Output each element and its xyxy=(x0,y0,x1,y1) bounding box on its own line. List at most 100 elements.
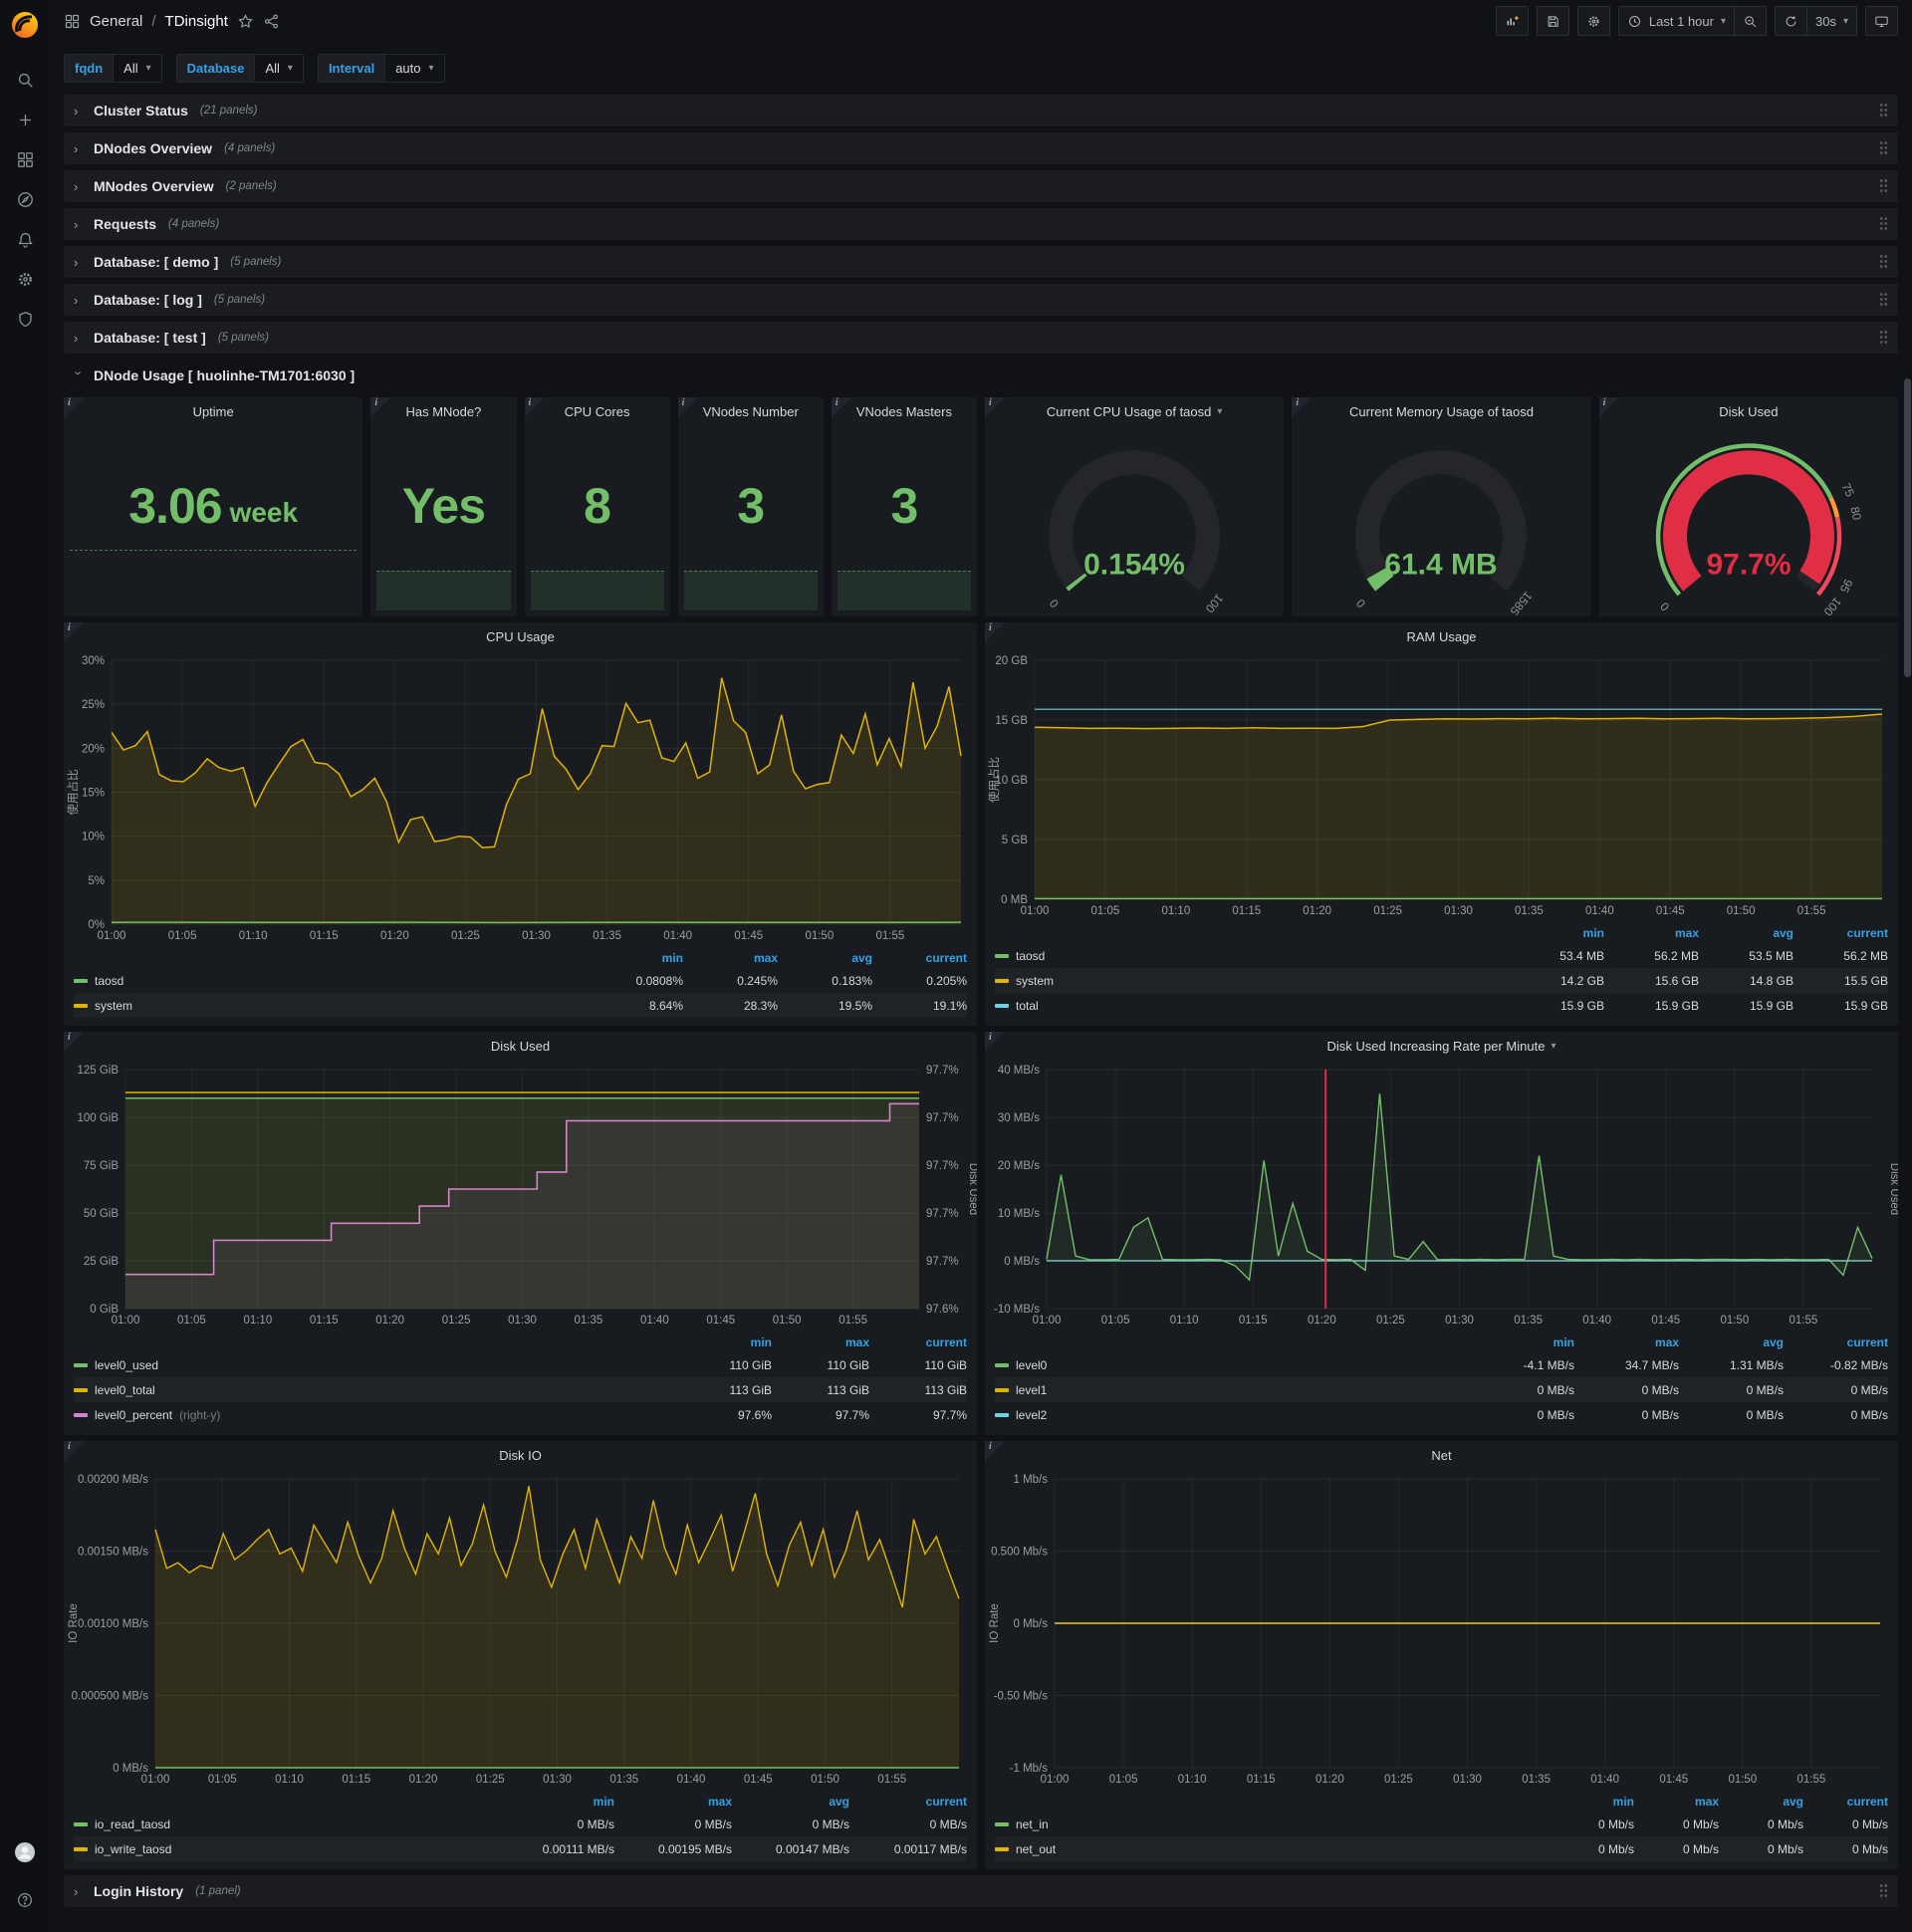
row-drag-handle[interactable] xyxy=(1879,178,1888,194)
panel-title[interactable]: CPU Usage xyxy=(64,622,977,650)
legend-row-level0_percent[interactable]: level0_percent (right-y) 97.6% 97.7% 97.7% xyxy=(74,1402,967,1427)
legend-col-header[interactable]: max xyxy=(772,1335,869,1349)
row-drag-handle[interactable] xyxy=(1879,292,1888,308)
legend-col-header[interactable]: max xyxy=(1574,1335,1679,1349)
legend-row-io_write_taosd[interactable]: io_write_taosd 0.00111 MB/s 0.00195 MB/s 0.… xyxy=(74,1836,967,1861)
legend-row-system[interactable]: system 14.2 GB 15.6 GB 14.8 GB 15.5 GB xyxy=(995,968,1888,993)
legend-col-header[interactable]: current xyxy=(1803,1795,1888,1809)
share-icon[interactable] xyxy=(263,13,280,30)
zoom-out-button[interactable] xyxy=(1734,6,1767,36)
row-drag-handle[interactable] xyxy=(1879,216,1888,232)
sidebar-item-dashboards[interactable] xyxy=(0,139,50,179)
legend-row-total[interactable]: total 15.9 GB 15.9 GB 15.9 GB 15.9 GB xyxy=(995,993,1888,1018)
refresh-button[interactable] xyxy=(1775,6,1806,36)
legend-col-header[interactable]: max xyxy=(1604,926,1699,940)
panel-info-corner[interactable] xyxy=(524,397,545,417)
panel-title[interactable]: Uptime xyxy=(64,397,362,425)
legend-col-header[interactable]: avg xyxy=(1679,1335,1784,1349)
chart-plot-area[interactable]: 01:00 01:05 01:10 01:15 01:20 01:25 01:30 01:35… xyxy=(64,650,977,946)
grafana-logo-icon[interactable] xyxy=(8,8,42,42)
panel-menu-icon[interactable]: ▾ xyxy=(1217,406,1222,417)
panel-info-corner[interactable] xyxy=(1292,397,1313,417)
panel-title[interactable]: RAM Usage xyxy=(985,622,1898,650)
legend-col-header[interactable]: current xyxy=(849,1795,967,1809)
row-drag-handle[interactable] xyxy=(1879,1883,1888,1899)
sidebar-item-user-avatar[interactable] xyxy=(0,1832,50,1872)
row-requests[interactable]: › Requests (4 panels) xyxy=(64,208,1898,240)
legend-col-header[interactable]: min xyxy=(1510,926,1604,940)
dashboard-title[interactable]: TDinsight xyxy=(165,13,228,30)
legend-col-header[interactable]: min xyxy=(497,1795,614,1809)
legend-col-header[interactable]: avg xyxy=(778,951,872,965)
chart-plot-area[interactable]: 01:00 01:05 01:10 01:15 01:20 01:25 01:30 01:35… xyxy=(985,1469,1898,1790)
panel-title[interactable]: Current CPU Usage of taosd ▾ xyxy=(985,397,1284,425)
scrollbar[interactable] xyxy=(1904,378,1911,677)
legend-row-net_out[interactable]: net_out 0 Mb/s 0 Mb/s 0 Mb/s 0 Mb/s xyxy=(995,1836,1888,1861)
row-cluster-status[interactable]: › Cluster Status (21 panels) xyxy=(64,95,1898,126)
panel-title[interactable]: VNodes Masters xyxy=(832,397,977,425)
chart-plot-area[interactable]: 01:00 01:05 01:10 01:15 01:20 01:25 01:30 01:35… xyxy=(64,1060,977,1330)
sidebar-item-help[interactable] xyxy=(0,1880,50,1920)
legend-row-level0[interactable]: level0 -4.1 MB/s 34.7 MB/s 1.31 MB/s -0.82 M… xyxy=(995,1352,1888,1377)
row-drag-handle[interactable] xyxy=(1879,140,1888,156)
panel-info-corner[interactable] xyxy=(985,397,1005,417)
legend-col-header[interactable]: current xyxy=(1793,926,1888,940)
sidebar-item-alerting[interactable] xyxy=(0,219,50,259)
panel-title[interactable]: Net xyxy=(985,1441,1898,1469)
legend-col-header[interactable]: min xyxy=(1550,1795,1634,1809)
panel-title[interactable]: Disk IO xyxy=(64,1441,977,1469)
breadcrumb-section[interactable]: General xyxy=(90,13,142,30)
legend-row-taosd[interactable]: taosd 53.4 MB 56.2 MB 53.5 MB 56.2 MB xyxy=(995,943,1888,968)
sidebar-item-create[interactable] xyxy=(0,100,50,139)
legend-col-header[interactable]: max xyxy=(683,951,778,965)
legend-row-io_read_taosd[interactable]: io_read_taosd 0 MB/s 0 MB/s 0 MB/s 0 MB/s xyxy=(74,1811,967,1836)
sidebar-item-explore[interactable] xyxy=(0,179,50,219)
row-login-history[interactable]: › Login History (1 panel) xyxy=(64,1875,1898,1907)
row-drag-handle[interactable] xyxy=(1879,254,1888,270)
legend-col-header[interactable]: current xyxy=(872,951,967,965)
row-database-demo-[interactable]: › Database: [ demo ] (5 panels) xyxy=(64,246,1898,278)
row-drag-handle[interactable] xyxy=(1879,330,1888,346)
panel-title[interactable]: CPU Cores xyxy=(525,397,670,425)
legend-row-net_in[interactable]: net_in 0 Mb/s 0 Mb/s 0 Mb/s 0 Mb/s xyxy=(995,1811,1888,1836)
panel-info-corner[interactable] xyxy=(64,1441,84,1461)
panel-title[interactable]: Has MNode? xyxy=(370,397,516,425)
legend-row-level0_total[interactable]: level0_total 113 GiB 113 GiB 113 GiB xyxy=(74,1377,967,1402)
panel-info-corner[interactable] xyxy=(370,397,391,417)
chart-plot-area[interactable]: 01:00 01:05 01:10 01:15 01:20 01:25 01:30 01:35… xyxy=(64,1469,977,1790)
panel-title[interactable]: Disk Used xyxy=(1599,397,1898,425)
panel-title[interactable]: VNodes Number xyxy=(678,397,824,425)
legend-col-header[interactable]: max xyxy=(614,1795,732,1809)
panel-info-corner[interactable] xyxy=(677,397,698,417)
row-database-test-[interactable]: › Database: [ test ] (5 panels) xyxy=(64,322,1898,354)
panel-title[interactable]: Disk Used Increasing Rate per Minute ▾ xyxy=(985,1032,1898,1060)
legend-col-header[interactable]: max xyxy=(1634,1795,1719,1809)
variable-value-dropdown[interactable]: All ▾ xyxy=(255,54,304,83)
panel-title[interactable]: Disk Used xyxy=(64,1032,977,1060)
panel-info-corner[interactable] xyxy=(985,1032,1005,1052)
row-mnodes-overview[interactable]: › MNodes Overview (2 panels) xyxy=(64,170,1898,202)
cycle-view-button[interactable] xyxy=(1865,6,1898,36)
legend-row-system[interactable]: system 8.64% 28.3% 19.5% 19.1% xyxy=(74,993,967,1018)
legend-col-header[interactable]: current xyxy=(869,1335,967,1349)
variable-value-dropdown[interactable]: All ▾ xyxy=(114,54,162,83)
variable-value-dropdown[interactable]: auto ▾ xyxy=(385,54,445,83)
legend-col-header[interactable]: min xyxy=(589,951,683,965)
legend-col-header[interactable]: min xyxy=(1470,1335,1574,1349)
row-drag-handle[interactable] xyxy=(1879,103,1888,119)
legend-col-header[interactable]: current xyxy=(1784,1335,1888,1349)
sidebar-item-server-admin[interactable] xyxy=(0,299,50,339)
dashboard-settings-button[interactable] xyxy=(1576,6,1610,36)
legend-col-header[interactable]: avg xyxy=(1719,1795,1803,1809)
chart-plot-area[interactable]: 01:00 01:05 01:10 01:15 01:20 01:25 01:30 01:35… xyxy=(985,650,1898,921)
panel-info-corner[interactable] xyxy=(831,397,851,417)
panel-info-corner[interactable] xyxy=(64,1032,84,1052)
row-dnodes-overview[interactable]: › DNodes Overview (4 panels) xyxy=(64,132,1898,164)
legend-col-header[interactable]: min xyxy=(674,1335,772,1349)
sidebar-item-configuration[interactable] xyxy=(0,259,50,299)
chart-plot-area[interactable]: 01:00 01:05 01:10 01:15 01:20 01:25 01:30 01:35… xyxy=(985,1060,1898,1330)
panel-info-corner[interactable] xyxy=(985,622,1005,642)
legend-row-level0_used[interactable]: level0_used 110 GiB 110 GiB 110 GiB xyxy=(74,1352,967,1377)
panel-info-corner[interactable] xyxy=(985,1441,1005,1461)
refresh-interval-picker[interactable]: 30s ▾ xyxy=(1806,6,1857,36)
